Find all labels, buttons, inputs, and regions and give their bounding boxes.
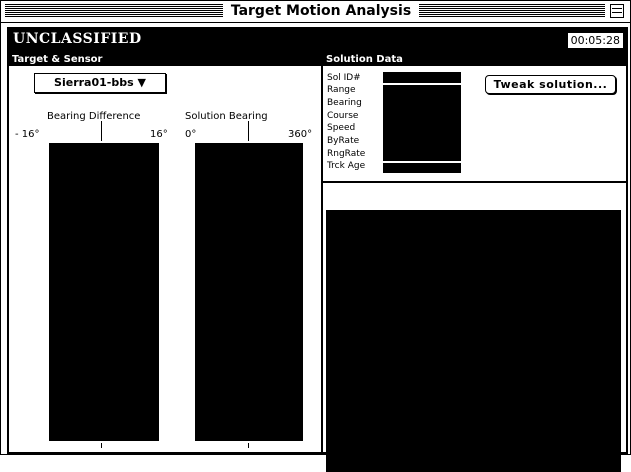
- tma-window: Target Motion Analysis UNCLASSIFIED 00:0…: [0, 0, 631, 472]
- rngrate-label: RngRate: [327, 149, 366, 159]
- bearing-diff-center-tick: [101, 121, 102, 141]
- title-stripes-left: [5, 4, 223, 18]
- sol-id-value: [383, 72, 461, 83]
- solution-bearing-caption: Solution Bearing: [185, 111, 268, 122]
- byrate-label: ByRate: [327, 136, 360, 146]
- bearing-diff-bottom-tick: [101, 443, 102, 448]
- title-stripes-right: [419, 4, 605, 18]
- target-sensor-header: Target & Sensor: [9, 53, 321, 66]
- trck-age-value: [383, 163, 461, 173]
- classification-bar: UNCLASSIFIED 00:05:28: [9, 29, 626, 53]
- window-title: Target Motion Analysis: [226, 1, 416, 22]
- zoom-box-icon[interactable]: [610, 4, 624, 18]
- solution-bearing-center-tick: [248, 121, 249, 141]
- bearing-diff-min-label: - 16°: [15, 129, 40, 140]
- solution-data-divider: [323, 181, 626, 183]
- content-area: UNCLASSIFIED 00:05:28 Target & Sensor Si…: [7, 27, 628, 472]
- elapsed-timer: 00:05:28: [567, 33, 623, 48]
- solution-data-header: Solution Data: [323, 53, 626, 66]
- target-sensor-panel: Target & Sensor Sierra01-bbs ▼ Bearing D…: [9, 53, 323, 452]
- title-bar[interactable]: Target Motion Analysis: [1, 1, 630, 23]
- solution-data-panel: Solution Data Sol ID# Range Bearing Cour…: [323, 53, 626, 472]
- speed-label: Speed: [327, 123, 356, 133]
- sol-id-label: Sol ID#: [327, 73, 361, 83]
- trck-age-label: Trck Age: [327, 161, 366, 171]
- sensor-select[interactable]: Sierra01-bbs ▼: [34, 73, 166, 93]
- classification-label: UNCLASSIFIED: [13, 31, 142, 47]
- range-label: Range: [327, 85, 356, 95]
- course-label: Course: [327, 111, 359, 121]
- solution-bearing-bottom-tick: [248, 443, 249, 448]
- bearing-label: Bearing: [327, 98, 362, 108]
- solution-bearing-max-label: 360°: [288, 129, 313, 140]
- bearing-difference-plot[interactable]: [49, 143, 159, 441]
- solution-bearing-min-label: 0°: [185, 129, 197, 140]
- bearing-difference-caption: Bearing Difference: [47, 111, 141, 122]
- bearing-diff-max-label: 16°: [150, 129, 168, 140]
- solution-values-field: [383, 85, 461, 161]
- solution-bearing-plot[interactable]: [195, 143, 303, 441]
- solution-plot-display[interactable]: [326, 210, 621, 472]
- tweak-solution-button[interactable]: Tweak solution...: [485, 75, 616, 94]
